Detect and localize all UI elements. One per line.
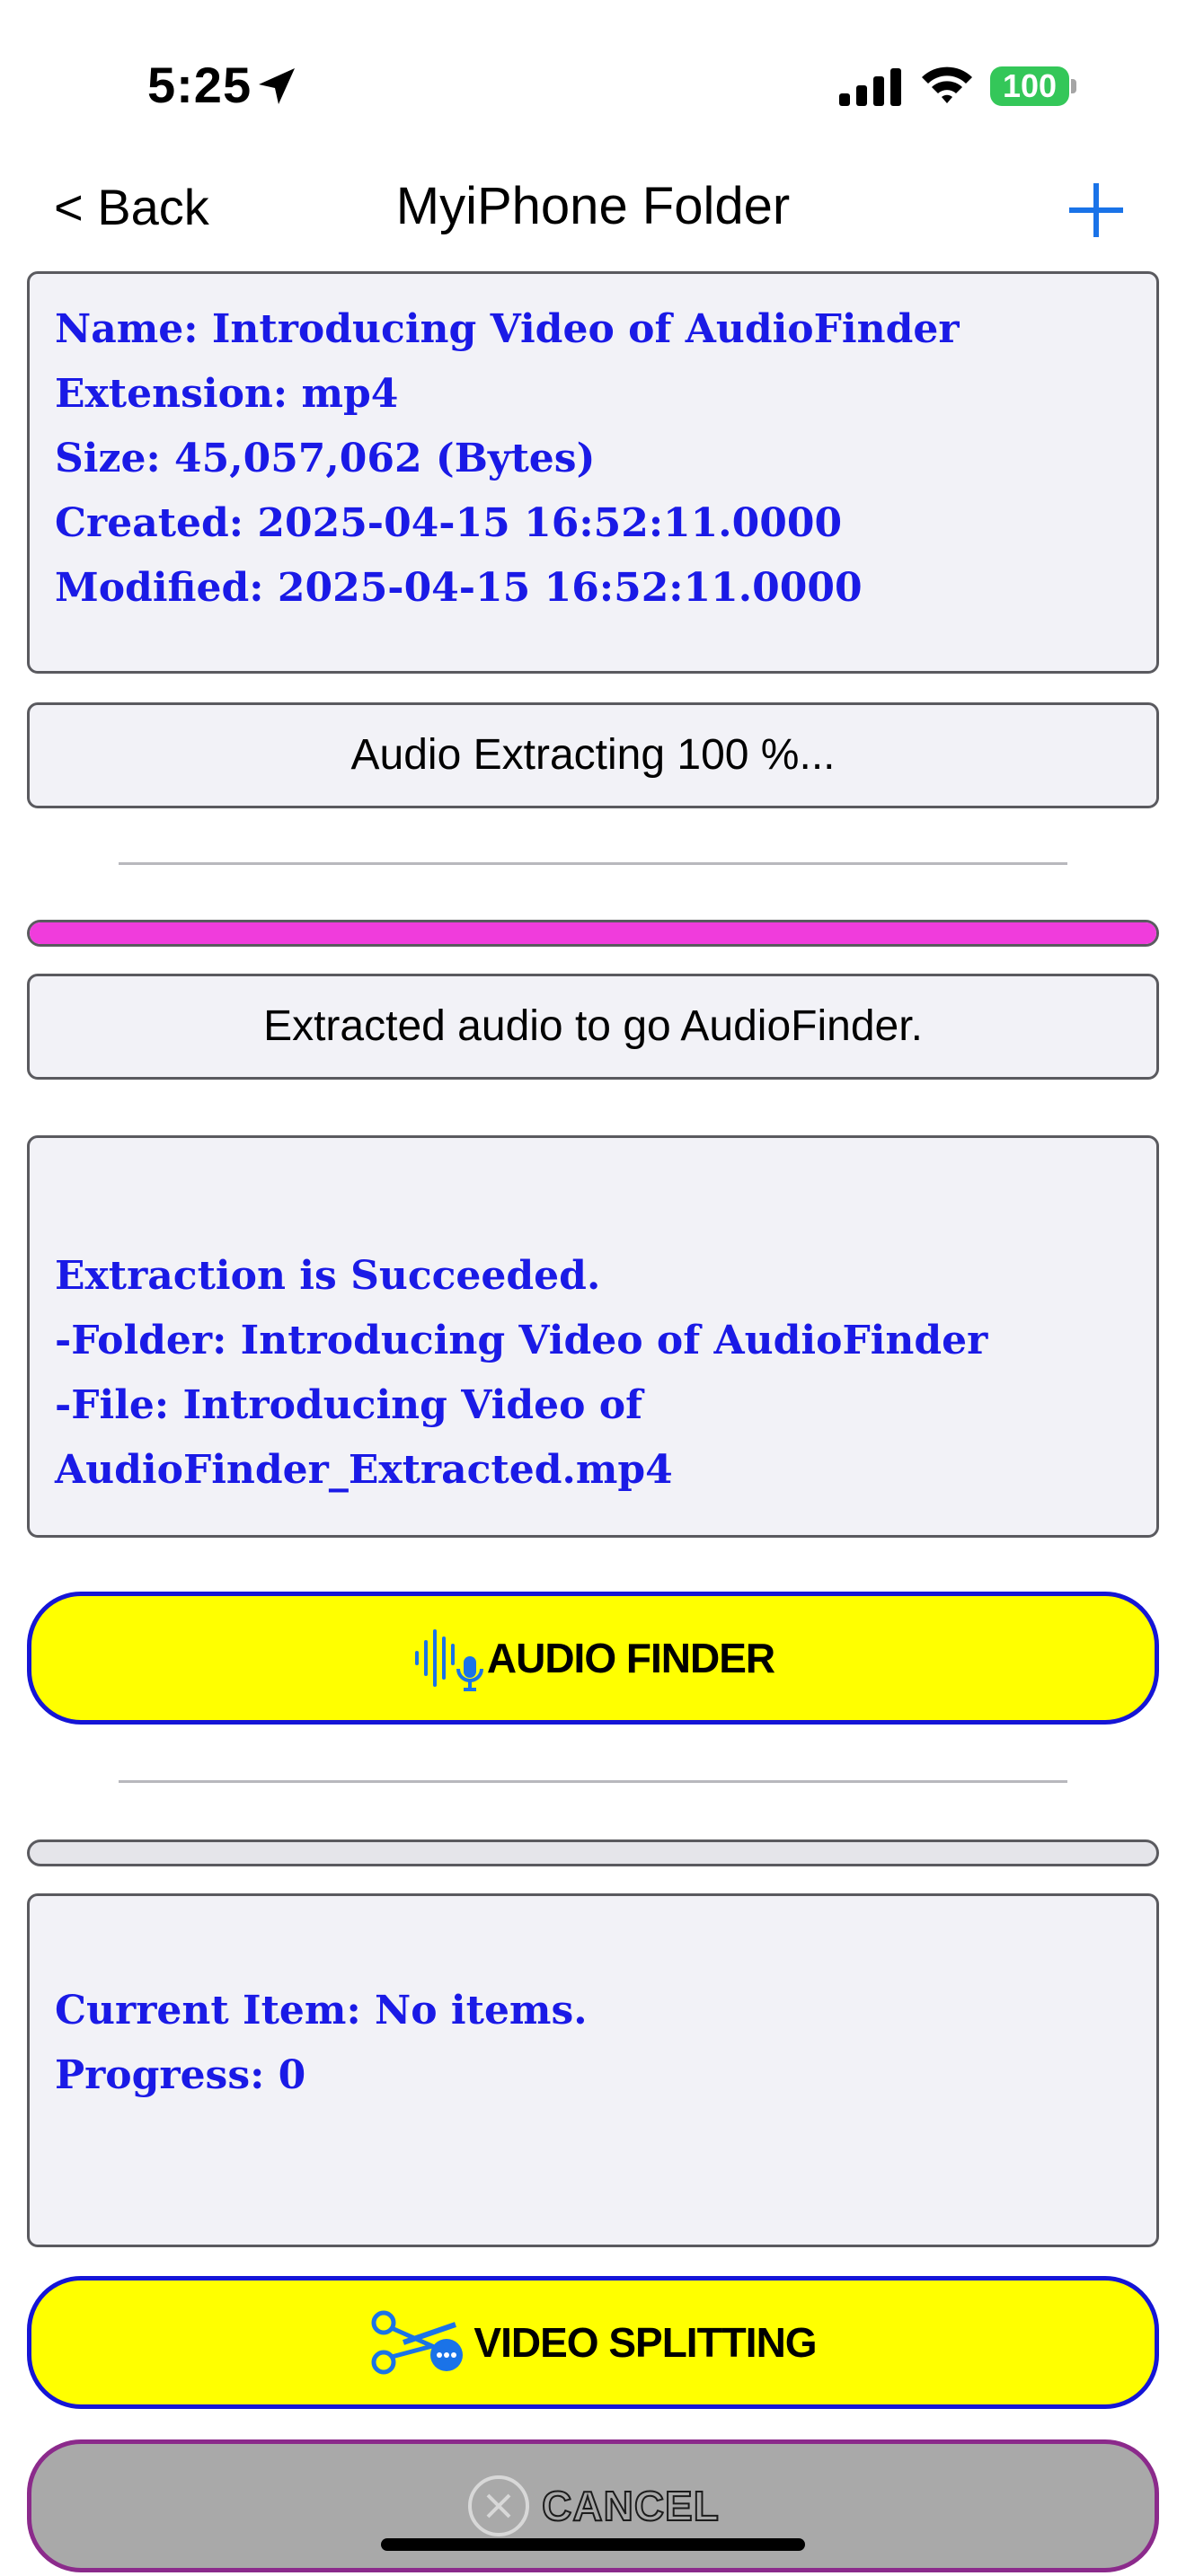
- extract-progress-bar: [27, 920, 1159, 947]
- battery-icon: 100: [990, 66, 1076, 106]
- split-status-box: Current Item: No items. Progress: 0: [27, 1893, 1159, 2247]
- extract-progress-fill: [30, 922, 1156, 944]
- extract-status-button[interactable]: Audio Extracting 100 %...: [27, 702, 1159, 808]
- audio-finder-label: AUDIO FINDER: [486, 1635, 775, 1681]
- plus-icon[interactable]: [1069, 183, 1123, 237]
- location-arrow-icon: [259, 68, 295, 104]
- cellular-signal-icon: [839, 68, 901, 106]
- audio-finder-button[interactable]: AUDIO FINDER: [27, 1592, 1159, 1725]
- scissors-icon: [371, 2310, 464, 2375]
- video-splitting-button[interactable]: VIDEO SPLITTING: [27, 2276, 1159, 2409]
- waveform-mic-icon: [414, 1629, 483, 1691]
- file-created: Created: 2025-04-15 16:52:11.0000: [55, 500, 843, 546]
- extract-status-label: Audio Extracting 100 %...: [350, 731, 836, 779]
- back-button[interactable]: < Back: [54, 178, 209, 236]
- status-time: 5:25: [147, 57, 252, 113]
- goto-audiofinder-button[interactable]: Extracted audio to go AudioFinder.: [27, 974, 1159, 1080]
- split-progress-bar: [27, 1839, 1159, 1866]
- result-line: -Folder: Introducing Video of AudioFinde…: [55, 1318, 988, 1363]
- result-line: -File: Introducing Video of AudioFinder_…: [55, 1382, 673, 1493]
- extraction-result-box: Extraction is Succeeded. -Folder: Introd…: [27, 1135, 1159, 1538]
- split-progress-text: Progress: 0: [55, 2052, 306, 2098]
- file-size: Size: 45,057,062 (Bytes): [55, 436, 596, 481]
- divider: [119, 862, 1067, 865]
- close-circle-icon: [468, 2475, 530, 2536]
- wifi-icon: [922, 66, 972, 103]
- file-extension: Extension: mp4: [55, 371, 399, 417]
- result-line: Extraction is Succeeded.: [55, 1253, 601, 1299]
- battery-level: 100: [990, 66, 1069, 106]
- current-item-text: Current Item: No items.: [55, 1988, 588, 2033]
- home-indicator[interactable]: [381, 2538, 805, 2551]
- file-info-box: Name: Introducing Video of AudioFinder E…: [27, 271, 1159, 674]
- goto-audiofinder-label: Extracted audio to go AudioFinder.: [263, 1002, 923, 1050]
- file-name: Name: Introducing Video of AudioFinder: [55, 306, 960, 352]
- cancel-button[interactable]: CANCEL: [27, 2439, 1159, 2572]
- divider: [119, 1780, 1067, 1783]
- file-modified: Modified: 2025-04-15 16:52:11.0000: [55, 565, 863, 611]
- cancel-label: CANCEL: [541, 2482, 720, 2530]
- status-bar: 5:25 100: [0, 0, 1186, 171]
- video-splitting-label: VIDEO SPLITTING: [474, 2319, 817, 2366]
